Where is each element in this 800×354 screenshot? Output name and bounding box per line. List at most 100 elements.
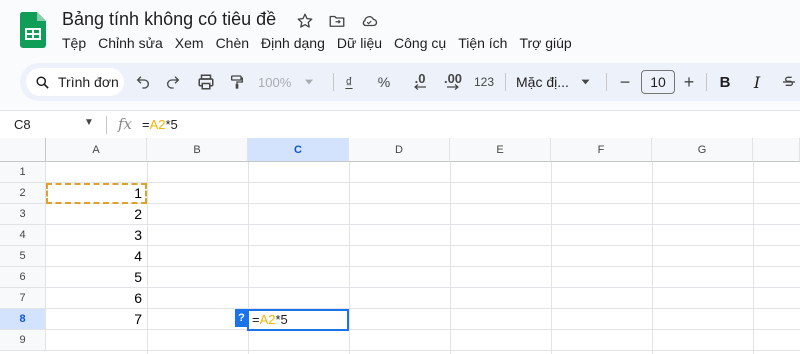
increase-decimal-button[interactable]: .00 <box>438 72 468 92</box>
menu-file[interactable]: Tệp <box>56 33 92 53</box>
menu-format[interactable]: Định dạng <box>255 33 331 53</box>
menu-view[interactable]: Xem <box>169 33 210 53</box>
increase-decimal-label: .00 <box>443 71 463 86</box>
column-header-e[interactable]: E <box>450 138 551 162</box>
formula-cell-ref: A2 <box>149 117 166 132</box>
paint-format-icon[interactable] <box>226 72 248 92</box>
cell-a6[interactable]: 5 <box>46 269 142 285</box>
spreadsheet-grid[interactable]: A B C D E F G 1 2 3 4 5 6 7 8 9 1 2 3 4 … <box>0 138 800 354</box>
move-to-folder-icon[interactable] <box>326 10 348 32</box>
menu-edit[interactable]: Chỉnh sửa <box>92 33 169 53</box>
decrease-decimal-button[interactable]: .0 <box>406 72 434 92</box>
redo-icon[interactable] <box>162 72 184 92</box>
grid-line <box>46 350 800 351</box>
zoom-select[interactable]: 100% <box>258 72 324 92</box>
bold-button[interactable]: B <box>717 72 733 92</box>
formula-operator: *5 <box>165 117 178 132</box>
sheets-logo-icon[interactable] <box>20 12 46 48</box>
percent-format-button[interactable]: % <box>374 72 394 92</box>
increase-font-size-button[interactable]: + <box>681 72 697 92</box>
decrease-font-size-button[interactable]: − <box>617 72 633 92</box>
arrow-left-icon <box>414 84 426 90</box>
formula-bar: C8 ▼ fx =A2*5 <box>0 110 800 138</box>
chevron-down-icon <box>305 79 314 85</box>
cell-a8[interactable]: 7 <box>46 311 142 327</box>
formula-bar-divider <box>106 116 107 134</box>
formula-input[interactable]: =A2*5 <box>142 117 178 132</box>
select-all-corner[interactable] <box>0 138 46 162</box>
toolbar-divider <box>606 73 607 91</box>
grid-line <box>46 329 800 330</box>
grid-line <box>46 182 800 183</box>
menu-search-label: Trình đơn <box>58 74 119 90</box>
row-header-3[interactable]: 3 <box>0 204 46 225</box>
row-header-4[interactable]: 4 <box>0 225 46 246</box>
grid-line <box>652 162 653 354</box>
font-family-select[interactable]: Mặc đị... <box>516 72 598 92</box>
menu-help[interactable]: Trợ giúp <box>513 33 577 53</box>
row-header-6[interactable]: 6 <box>0 267 46 288</box>
row-header-9[interactable]: 9 <box>0 330 46 351</box>
cell-a7[interactable]: 6 <box>46 290 142 306</box>
toolbar-divider <box>333 73 334 91</box>
print-icon[interactable] <box>194 72 218 92</box>
toolbar: Trình đơn 100% ₫ % .0 .00 123 Mặc đị... … <box>20 63 800 101</box>
cell-editor-c8[interactable]: =A2*5 <box>247 309 349 331</box>
menu-extensions[interactable]: Tiện ích <box>452 33 513 53</box>
column-header-f[interactable]: F <box>551 138 652 162</box>
undo-icon[interactable] <box>132 72 154 92</box>
row-header-2[interactable]: 2 <box>0 183 46 204</box>
number-format-button[interactable]: 123 <box>471 72 497 92</box>
currency-format-button[interactable]: ₫ <box>342 72 356 92</box>
chevron-down-icon <box>581 79 590 85</box>
formula-equals: = <box>142 117 150 132</box>
menu-bar: Tệp Chỉnh sửa Xem Chèn Định dạng Dữ liệu… <box>56 33 578 53</box>
font-family-value: Mặc đị... <box>516 74 569 90</box>
name-box[interactable]: C8 <box>14 117 31 132</box>
grid-line <box>450 162 451 354</box>
grid-line <box>46 203 800 204</box>
column-header-a[interactable]: A <box>46 138 147 162</box>
cell-a3[interactable]: 2 <box>46 206 142 222</box>
cloud-saved-icon[interactable] <box>358 10 380 32</box>
row-header-7[interactable]: 7 <box>0 288 46 309</box>
column-header-c[interactable]: C <box>248 138 349 162</box>
row-header-8[interactable]: 8 <box>0 309 46 330</box>
zoom-value: 100% <box>258 74 292 90</box>
row-header-5[interactable]: 5 <box>0 246 46 267</box>
column-header-b[interactable]: B <box>147 138 248 162</box>
grid-line <box>46 287 800 288</box>
grid-line <box>46 245 800 246</box>
italic-button[interactable]: I <box>749 72 765 92</box>
grid-line <box>147 162 148 354</box>
grid-line <box>46 308 800 309</box>
grid-line <box>349 162 350 354</box>
grid-line <box>46 224 800 225</box>
grid-line <box>46 266 800 267</box>
referenced-cell-highlight <box>46 183 147 204</box>
menu-search[interactable]: Trình đơn <box>26 68 124 96</box>
strikethrough-icon[interactable] <box>780 72 798 92</box>
column-header-g[interactable]: G <box>652 138 753 162</box>
arrow-right-icon <box>447 84 459 90</box>
menu-insert[interactable]: Chèn <box>210 33 255 53</box>
decrease-decimal-label: .0 <box>414 71 426 86</box>
editor-equals: = <box>252 312 260 327</box>
grid-line <box>551 162 552 354</box>
name-box-dropdown-icon[interactable]: ▼ <box>84 117 94 128</box>
cell-a5[interactable]: 4 <box>46 248 142 264</box>
column-header-d[interactable]: D <box>349 138 450 162</box>
menu-data[interactable]: Dữ liệu <box>331 33 388 53</box>
search-icon <box>36 75 49 89</box>
fx-icon: fx <box>118 115 133 133</box>
row-header-1[interactable]: 1 <box>0 162 46 183</box>
grid-line <box>753 162 754 354</box>
editor-operator: *5 <box>275 312 288 327</box>
star-icon[interactable] <box>294 10 316 32</box>
column-header-h[interactable] <box>753 138 800 162</box>
font-size-input[interactable]: 10 <box>641 70 675 94</box>
document-title[interactable]: Bảng tính không có tiêu đề <box>62 9 276 30</box>
cell-a4[interactable]: 3 <box>46 227 142 243</box>
editor-cell-ref: A2 <box>259 312 276 327</box>
menu-tools[interactable]: Công cụ <box>388 33 452 53</box>
